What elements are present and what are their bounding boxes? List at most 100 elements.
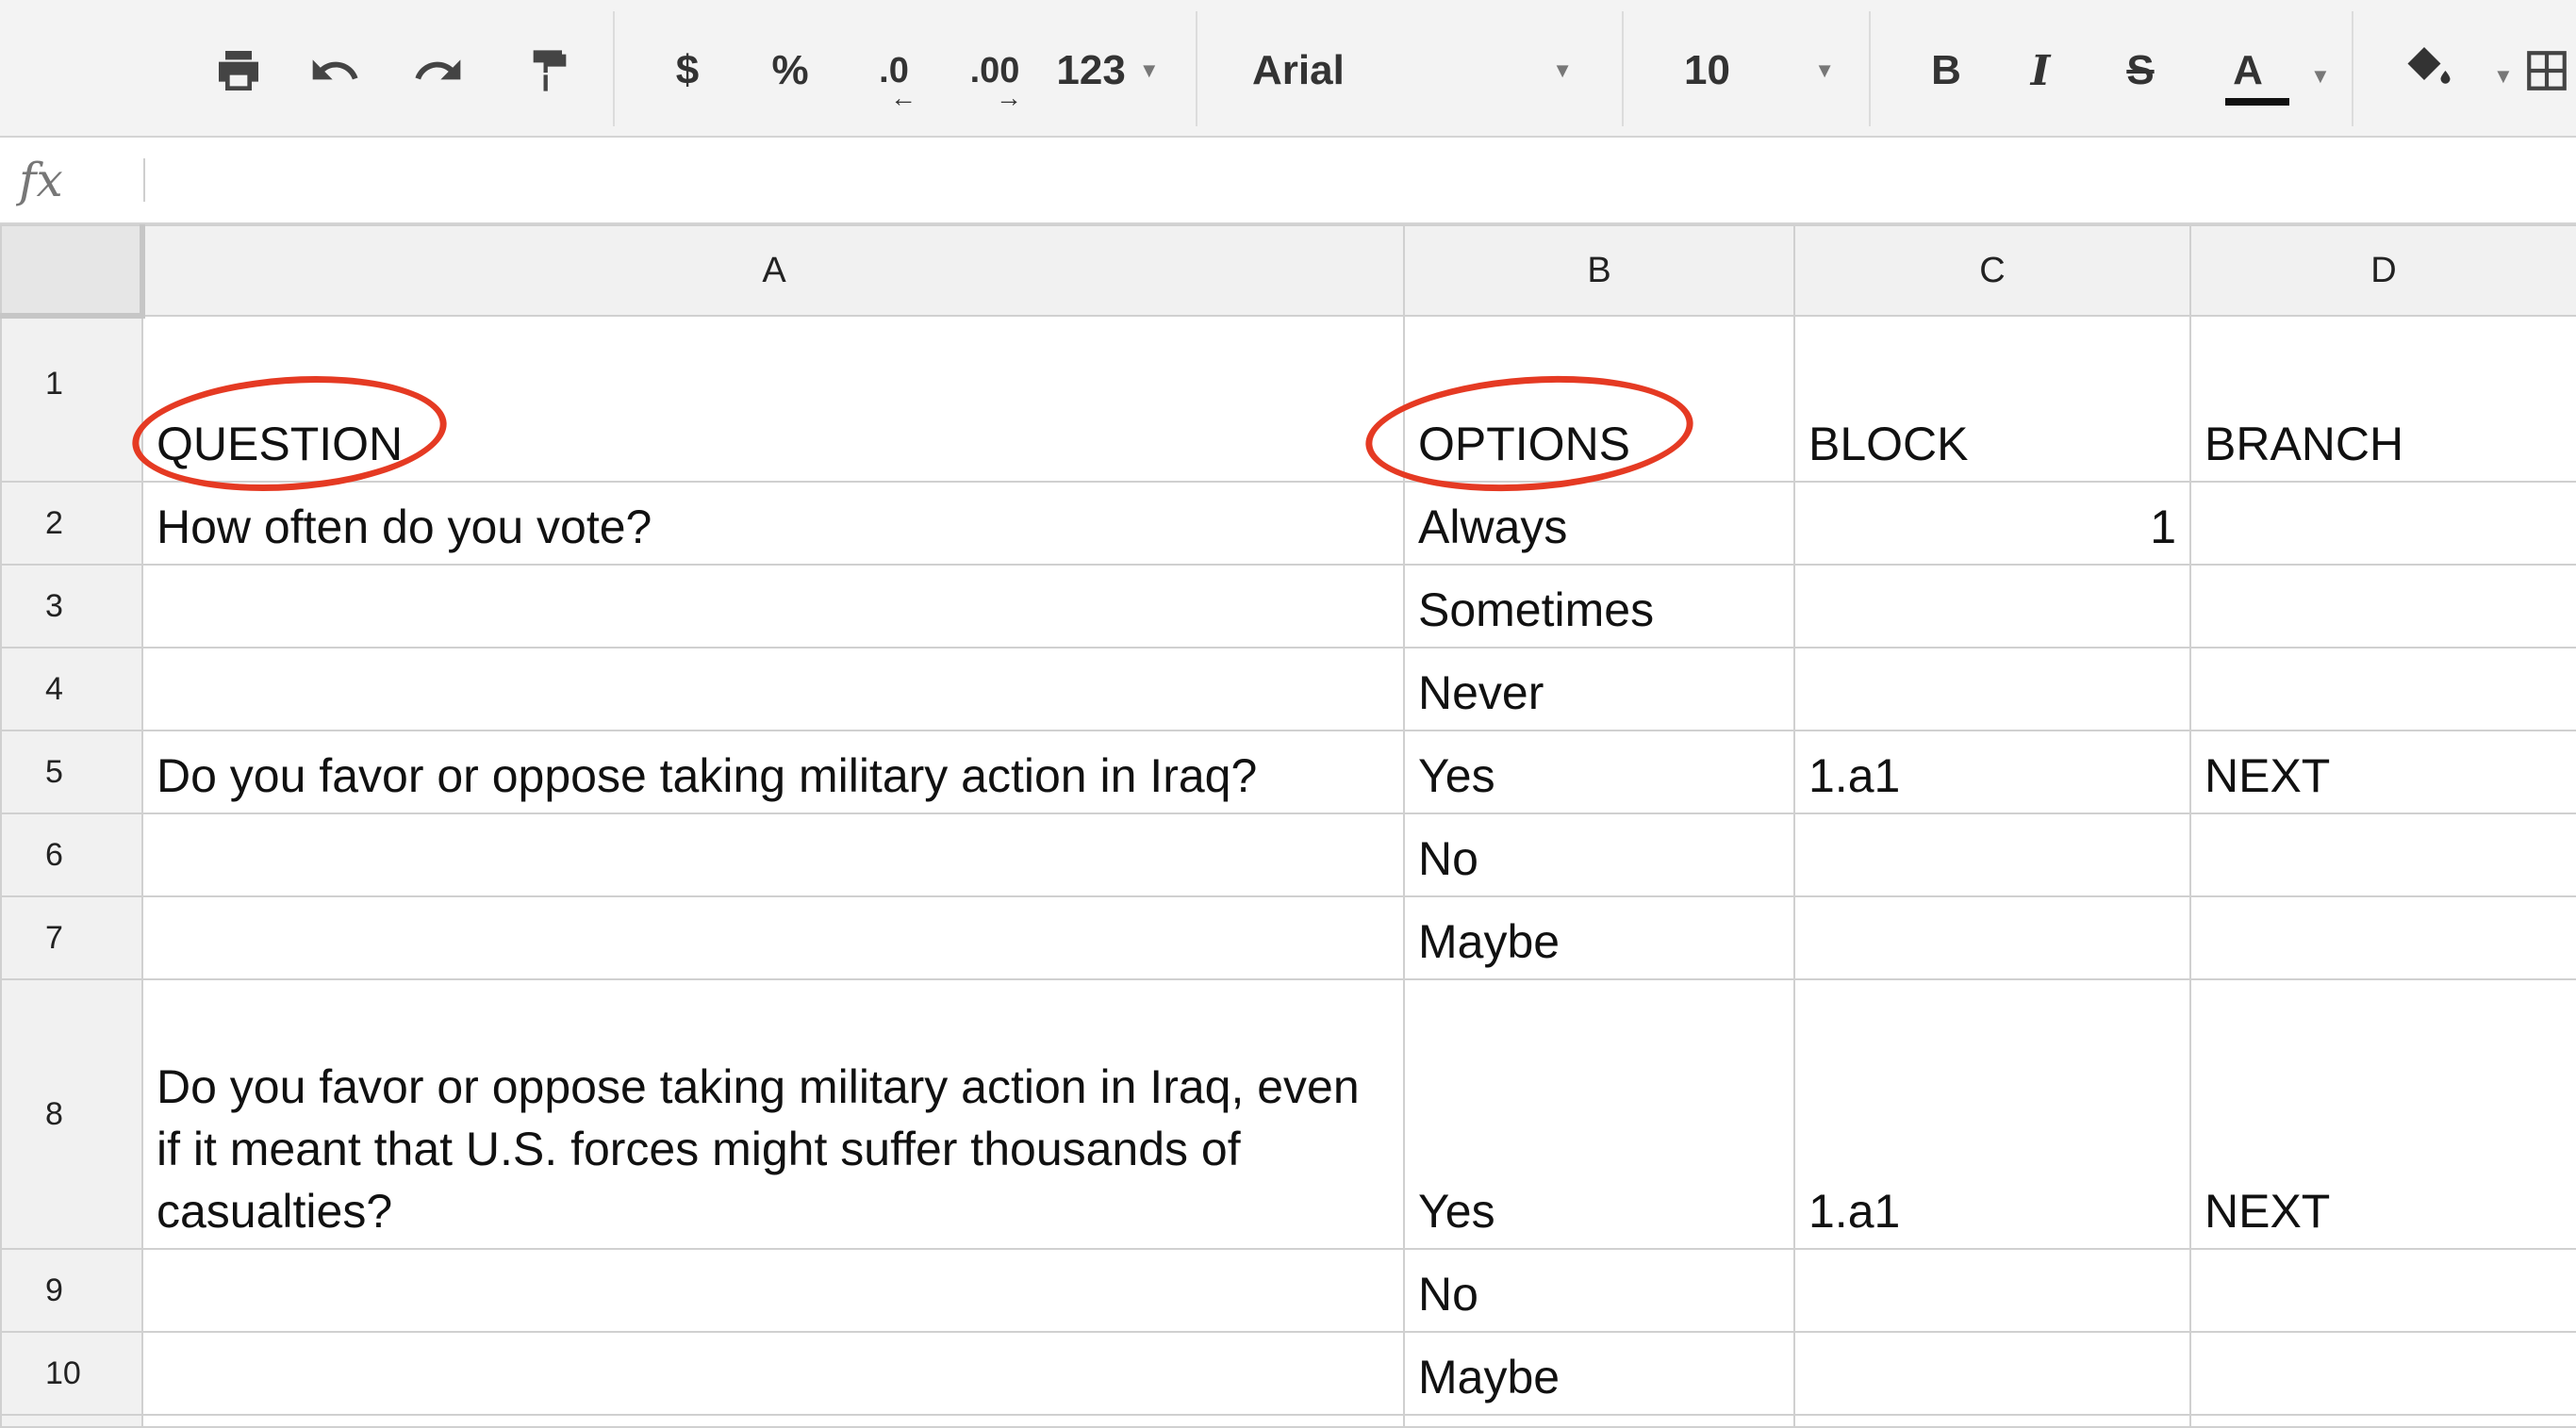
cell-c4[interactable]	[1793, 647, 2191, 731]
column-header-b[interactable]: B	[1403, 224, 1795, 317]
cell-a3[interactable]	[141, 564, 1405, 648]
table-row: 9 No	[0, 1248, 2576, 1333]
cell-a5[interactable]: Do you favor or oppose taking military a…	[141, 730, 1405, 814]
cell-a9[interactable]	[141, 1248, 1405, 1333]
column-header-a[interactable]: A	[141, 224, 1405, 317]
row-header[interactable]: 8	[0, 978, 143, 1250]
row-header[interactable]: 5	[0, 730, 143, 814]
row-header[interactable]: 4	[0, 647, 143, 731]
cell-a8[interactable]: Do you favor or oppose taking military a…	[141, 978, 1405, 1250]
cell-empty[interactable]	[1403, 1414, 1795, 1428]
row-header[interactable]: 6	[0, 812, 143, 897]
cell-d8[interactable]: NEXT	[2189, 978, 2576, 1250]
table-row	[0, 1414, 2576, 1428]
cell-empty[interactable]	[2189, 1414, 2576, 1428]
arrow-right-icon: →	[996, 83, 1022, 112]
decrease-decimal-button[interactable]: .0 ←	[856, 38, 932, 113]
cell-b3[interactable]: Sometimes	[1403, 564, 1795, 648]
strikethrough-button[interactable]: S	[2112, 38, 2169, 104]
cell-a1[interactable]: QUESTION	[141, 315, 1405, 483]
redo-button[interactable]	[405, 38, 471, 104]
cell-d3[interactable]	[2189, 564, 2576, 648]
font-size-dropdown[interactable]: 10 ▼	[1684, 38, 1835, 104]
table-row: 6 No	[0, 812, 2576, 897]
cell-b7[interactable]: Maybe	[1403, 895, 1795, 980]
formula-bar: fx	[0, 138, 2576, 224]
table-row: 7 Maybe	[0, 895, 2576, 980]
cell-d1[interactable]: BRANCH	[2189, 315, 2576, 483]
row-header[interactable]: 3	[0, 564, 143, 648]
table-row: 1 QUESTION OPTIONS BLOCK BRANCH	[0, 315, 2576, 483]
borders-icon	[2527, 51, 2567, 90]
cell-a2[interactable]: How often do you vote?	[141, 481, 1405, 566]
spreadsheet-grid: A B C D 1 QUESTION OPTIONS BLOCK BRANCH …	[0, 224, 2576, 1428]
table-row: 8 Do you favor or oppose taking military…	[0, 978, 2576, 1250]
cell-c1[interactable]: BLOCK	[1793, 315, 2191, 483]
font-family-dropdown[interactable]: Arial ▼	[1252, 38, 1573, 104]
cell-c7[interactable]	[1793, 895, 2191, 980]
dropdown-caret-icon: ▼	[1138, 58, 1160, 82]
cell-b10[interactable]: Maybe	[1403, 1331, 1795, 1416]
cell-a10[interactable]	[141, 1331, 1405, 1416]
cell-d6[interactable]	[2189, 812, 2576, 897]
cell-d5[interactable]: NEXT	[2189, 730, 2576, 814]
cell-c9[interactable]	[1793, 1248, 2191, 1333]
row-header[interactable]	[0, 1414, 143, 1428]
cell-b8[interactable]: Yes	[1403, 978, 1795, 1250]
print-button[interactable]	[206, 38, 272, 104]
borders-button[interactable]	[2523, 38, 2576, 104]
row-header[interactable]: 1	[0, 315, 143, 483]
cell-c10[interactable]	[1793, 1331, 2191, 1416]
cell-d9[interactable]	[2189, 1248, 2576, 1333]
cell-a7[interactable]	[141, 895, 1405, 980]
cell-b6[interactable]: No	[1403, 812, 1795, 897]
undo-button[interactable]	[302, 38, 368, 104]
cell-c8[interactable]: 1.a1	[1793, 978, 2191, 1250]
select-all-corner[interactable]	[0, 224, 145, 319]
dropdown-caret-icon: ▼	[2310, 64, 2331, 88]
paint-format-button[interactable]	[517, 38, 583, 104]
cell-d2[interactable]	[2189, 481, 2576, 566]
column-header-d[interactable]: D	[2189, 224, 2576, 317]
fill-color-dropdown[interactable]: ▼	[2386, 38, 2514, 104]
cell-c2[interactable]: 1	[1793, 481, 2191, 566]
formula-bar-divider	[143, 158, 145, 202]
table-row: 10 Maybe	[0, 1331, 2576, 1416]
table-row: 3 Sometimes	[0, 564, 2576, 648]
increase-decimal-button[interactable]: .00 →	[952, 38, 1037, 113]
row-header[interactable]: 9	[0, 1248, 143, 1333]
paint-bucket-icon	[2407, 47, 2451, 84]
bold-button[interactable]: B	[1918, 38, 1974, 104]
text-color-bar	[2225, 98, 2289, 106]
text-color-dropdown[interactable]: A ▼	[2206, 38, 2331, 106]
toolbar: $ % .0 ← .00 → 123 ▼ Arial ▼ 10 ▼ B I S A ▼…	[0, 0, 2576, 138]
cell-d10[interactable]	[2189, 1331, 2576, 1416]
toolbar-separator	[613, 11, 615, 126]
cell-b2[interactable]: Always	[1403, 481, 1795, 566]
column-header-c[interactable]: C	[1793, 224, 2191, 317]
row-header[interactable]: 7	[0, 895, 143, 980]
cell-a6[interactable]	[141, 812, 1405, 897]
cell-b1[interactable]: OPTIONS	[1403, 315, 1795, 483]
dropdown-caret-icon: ▼	[1552, 58, 1573, 82]
cell-c6[interactable]	[1793, 812, 2191, 897]
cell-b5[interactable]: Yes	[1403, 730, 1795, 814]
toolbar-separator	[1622, 11, 1624, 126]
cell-d4[interactable]	[2189, 647, 2576, 731]
percent-format-button[interactable]: %	[762, 38, 818, 104]
more-formats-dropdown[interactable]: 123 ▼	[1047, 38, 1169, 104]
cell-empty[interactable]	[141, 1414, 1405, 1428]
cell-c5[interactable]: 1.a1	[1793, 730, 2191, 814]
cell-empty[interactable]	[1793, 1414, 2191, 1428]
cell-b4[interactable]: Never	[1403, 647, 1795, 731]
row-header[interactable]: 2	[0, 481, 143, 566]
cell-d7[interactable]	[2189, 895, 2576, 980]
currency-format-button[interactable]: $	[664, 38, 711, 104]
italic-button[interactable]: I	[2012, 38, 2069, 104]
cell-b9[interactable]: No	[1403, 1248, 1795, 1333]
toolbar-separator	[1196, 11, 1197, 126]
formula-input[interactable]	[160, 149, 2555, 211]
row-header[interactable]: 10	[0, 1331, 143, 1416]
cell-a4[interactable]	[141, 647, 1405, 731]
cell-c3[interactable]	[1793, 564, 2191, 648]
